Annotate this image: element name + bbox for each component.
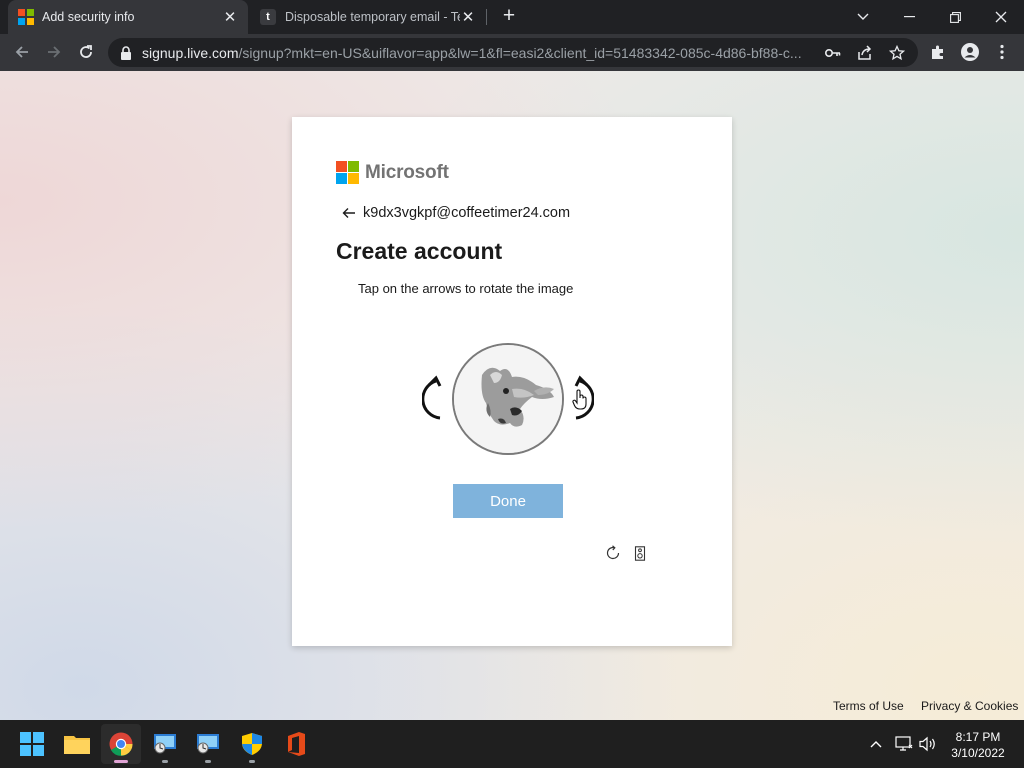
microsoft-wordmark: Microsoft bbox=[365, 161, 449, 183]
close-tab-icon[interactable]: ✕ bbox=[222, 9, 238, 26]
tab-title: Disposable temporary email - Temp Mail bbox=[285, 10, 460, 24]
profile-avatar-icon[interactable] bbox=[956, 38, 984, 66]
minimize-button[interactable] bbox=[886, 0, 932, 34]
terms-of-use-link[interactable]: Terms of Use bbox=[833, 699, 904, 713]
clock-time: 8:17 PM bbox=[955, 730, 1001, 744]
share-icon[interactable] bbox=[856, 44, 874, 62]
url-path: /signup?mkt=en-US&uiflavor=app&lw=1&fl=e… bbox=[238, 44, 802, 61]
identity-banner[interactable]: k9dx3vgkpf@coffeetimer24.com bbox=[342, 205, 570, 221]
page-title: Create account bbox=[336, 238, 503, 264]
close-tab-icon[interactable]: ✕ bbox=[460, 9, 476, 26]
control-panel-icon[interactable] bbox=[145, 724, 185, 764]
url-text: signup.live.com/signup?mkt=en-US&uiflavo… bbox=[142, 45, 812, 61]
tab-add-security-info[interactable]: Add security info ✕ bbox=[8, 0, 248, 34]
tab-divider bbox=[486, 9, 487, 25]
file-explorer-icon[interactable] bbox=[57, 724, 97, 764]
chrome-taskbar-icon[interactable] bbox=[101, 724, 141, 764]
tab-temp-mail[interactable]: t Disposable temporary email - Temp Mail… bbox=[250, 0, 486, 34]
privacy-cookies-link[interactable]: Privacy & Cookies bbox=[921, 699, 1018, 713]
close-window-button[interactable] bbox=[978, 0, 1024, 34]
account-email: k9dx3vgkpf@coffeetimer24.com bbox=[363, 205, 571, 221]
refresh-captcha-icon[interactable] bbox=[604, 544, 622, 562]
page-viewport: Microsoft k9dx3vgkpf@coffeetimer24.com C… bbox=[0, 71, 1024, 720]
done-button[interactable]: Done bbox=[453, 484, 563, 518]
microsoft-logo-icon bbox=[18, 9, 34, 25]
bookmark-star-icon[interactable] bbox=[888, 44, 906, 62]
forward-button[interactable] bbox=[40, 38, 68, 66]
reload-button[interactable] bbox=[72, 38, 100, 66]
start-button[interactable] bbox=[12, 724, 52, 764]
new-tab-button[interactable]: + bbox=[498, 4, 520, 27]
browser-toolbar: signup.live.com/signup?mkt=en-US&uiflavo… bbox=[0, 34, 1024, 71]
microsoft-squares-icon bbox=[336, 161, 359, 184]
temp-mail-favicon: t bbox=[260, 9, 276, 25]
lock-icon[interactable] bbox=[120, 45, 132, 60]
active-app-indicator bbox=[114, 760, 128, 763]
office-icon[interactable] bbox=[276, 724, 316, 764]
tab-strip: Add security info ✕ t Disposable tempora… bbox=[0, 0, 1024, 34]
volume-icon[interactable] bbox=[918, 734, 938, 754]
key-icon[interactable] bbox=[824, 44, 842, 62]
system-clock[interactable]: 8:17 PM 3/10/2022 bbox=[946, 729, 1010, 761]
security-shield-icon[interactable] bbox=[232, 724, 272, 764]
open-app-indicator bbox=[205, 760, 211, 763]
microsoft-logo: Microsoft bbox=[336, 161, 449, 184]
windows-taskbar: 8:17 PM 3/10/2022 bbox=[0, 720, 1024, 768]
signup-card: Microsoft k9dx3vgkpf@coffeetimer24.com C… bbox=[292, 117, 732, 646]
url-host: signup.live.com bbox=[142, 44, 239, 61]
open-app-indicator bbox=[249, 760, 255, 763]
tab-title: Add security info bbox=[42, 10, 135, 24]
network-icon[interactable] bbox=[894, 734, 914, 754]
back-button[interactable] bbox=[8, 38, 36, 66]
rotation-captcha bbox=[420, 339, 600, 459]
rotatable-captcha-image bbox=[452, 343, 564, 455]
menu-kebab-icon[interactable] bbox=[988, 38, 1016, 66]
audio-captcha-icon[interactable] bbox=[631, 544, 649, 562]
tab-search-icon[interactable] bbox=[840, 0, 886, 34]
back-arrow-icon[interactable] bbox=[342, 206, 356, 220]
rotate-left-arrow-icon[interactable] bbox=[420, 373, 450, 423]
clock-date: 3/10/2022 bbox=[951, 746, 1005, 760]
extensions-puzzle-icon[interactable] bbox=[924, 38, 952, 66]
system-settings-icon[interactable] bbox=[188, 724, 228, 764]
hand-cursor-icon bbox=[572, 389, 588, 411]
show-hidden-icons-chevron-icon[interactable] bbox=[866, 734, 886, 754]
captcha-instruction: Tap on the arrows to rotate the image bbox=[358, 281, 574, 296]
address-bar[interactable]: signup.live.com/signup?mkt=en-US&uiflavo… bbox=[108, 38, 918, 67]
open-app-indicator bbox=[162, 760, 168, 763]
restore-button[interactable] bbox=[932, 0, 978, 34]
